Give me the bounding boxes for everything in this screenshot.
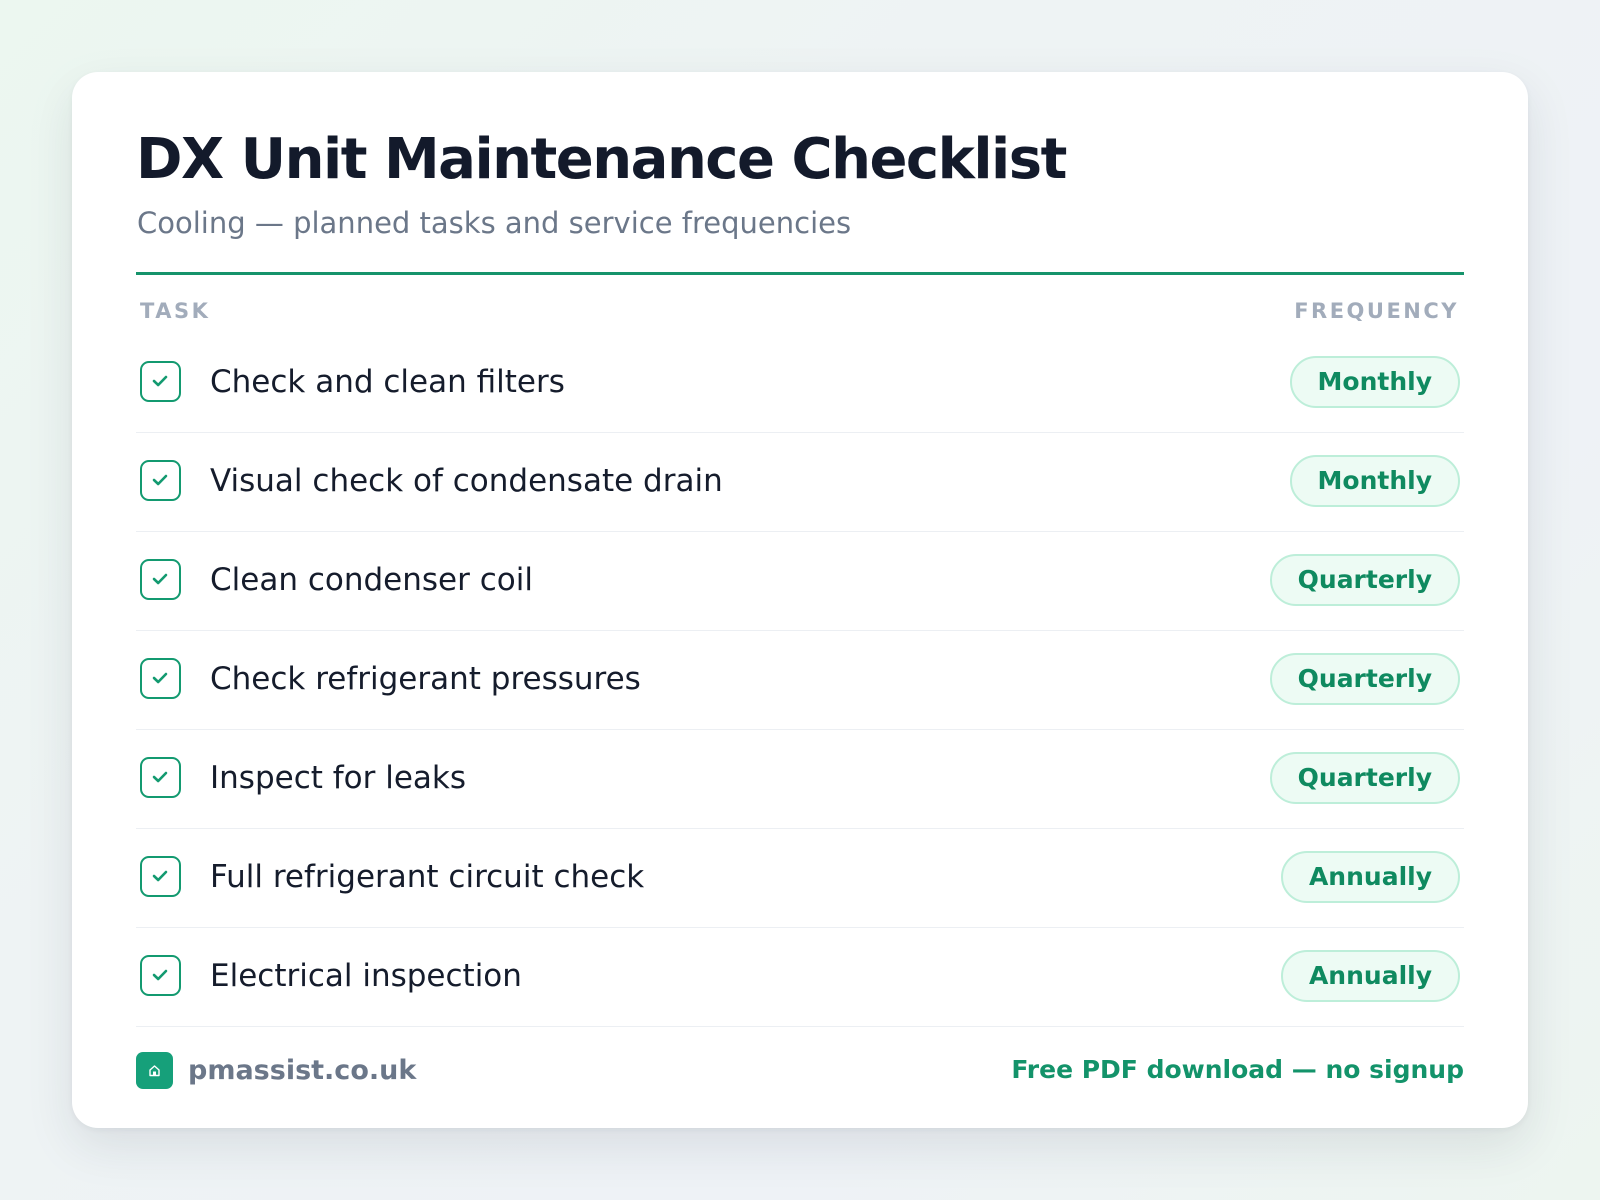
task-row: Check and clean filters Monthly: [136, 334, 1464, 433]
task-row: Visual check of condensate drain Monthly: [136, 433, 1464, 532]
page-title: DX Unit Maintenance Checklist: [136, 127, 1067, 192]
task-checkbox[interactable]: [140, 559, 181, 600]
task-row: Inspect for leaks Quarterly: [136, 730, 1464, 829]
column-header-frequency: FREQUENCY: [1294, 299, 1459, 323]
task-row: Electrical inspection Annually: [136, 928, 1464, 1027]
task-list: Check and clean filters Monthly Visual che…: [136, 334, 1464, 1027]
check-icon: [152, 771, 168, 783]
frequency-badge: Monthly: [1289, 356, 1460, 408]
task-label: Check and clean filters: [210, 364, 565, 400]
frequency-badge: Quarterly: [1269, 653, 1460, 705]
task-checkbox[interactable]: [140, 955, 181, 996]
task-label: Full refrigerant circuit check: [210, 859, 645, 895]
task-label: Clean condenser coil: [210, 562, 533, 598]
task-checkbox[interactable]: [140, 856, 181, 897]
task-row: Full refrigerant circuit check Annually: [136, 829, 1464, 928]
check-icon: [152, 375, 168, 387]
task-checkbox[interactable]: [140, 460, 181, 501]
task-label: Electrical inspection: [210, 958, 522, 994]
task-label: Inspect for leaks: [210, 760, 467, 796]
task-checkbox[interactable]: [140, 658, 181, 699]
frequency-badge: Annually: [1280, 950, 1460, 1002]
task-checkbox[interactable]: [140, 757, 181, 798]
frequency-badge: Quarterly: [1269, 554, 1460, 606]
task-checkbox[interactable]: [140, 361, 181, 402]
column-header-task: TASK: [140, 299, 211, 323]
site-logo: [136, 1052, 173, 1089]
task-label: Visual check of condensate drain: [210, 463, 723, 499]
site-name: pmassist.co.uk: [188, 1055, 417, 1086]
frequency-badge: Monthly: [1289, 455, 1460, 507]
task-label: Check refrigerant pressures: [210, 661, 641, 697]
page-subtitle: Cooling — planned tasks and service freq…: [137, 206, 852, 240]
task-row: Clean condenser coil Quarterly: [136, 532, 1464, 631]
check-icon: [152, 573, 168, 585]
frequency-badge: Quarterly: [1269, 752, 1460, 804]
pdf-download-link[interactable]: Free PDF download — no signup: [1011, 1056, 1464, 1084]
check-icon: [152, 474, 168, 486]
check-icon: [152, 672, 168, 684]
task-row: Check refrigerant pressures Quarterly: [136, 631, 1464, 730]
frequency-badge: Annually: [1280, 851, 1460, 903]
checklist-card: DX Unit Maintenance Checklist Cooling — …: [72, 72, 1528, 1128]
house-icon: [149, 1065, 160, 1077]
check-icon: [152, 870, 168, 882]
check-icon: [152, 969, 168, 981]
header-divider: [136, 272, 1464, 275]
